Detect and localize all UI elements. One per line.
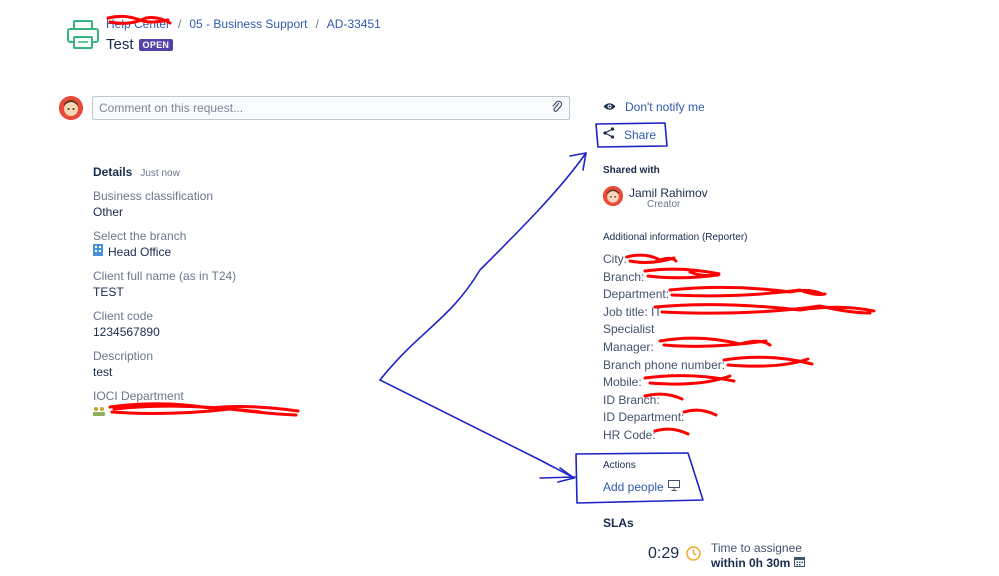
- details-timestamp: Just now: [140, 168, 180, 179]
- shared-with-heading: Shared with: [603, 165, 660, 176]
- breadcrumb-business-support[interactable]: 05 - Business Support: [189, 17, 307, 31]
- field-client-name: Client full name (as in T24) TEST: [93, 269, 513, 300]
- breadcrumb-separator: /: [178, 17, 182, 31]
- page-title: Test: [106, 36, 134, 53]
- details-section: Details Just now Business classification…: [93, 165, 513, 429]
- field-label: Business classification: [93, 189, 214, 203]
- field-ioci-department: IOCI Department: [93, 389, 513, 420]
- info-manager: Manager:: [603, 339, 654, 354]
- field-value: 1234567890: [93, 325, 160, 339]
- field-value: Head Office: [108, 245, 172, 259]
- field-description: Description test: [93, 349, 513, 380]
- share-link[interactable]: Share: [603, 127, 656, 142]
- person-role: Creator: [647, 199, 681, 210]
- field-label: IOCI Department: [93, 389, 184, 403]
- info-mobile: Mobile:: [603, 375, 642, 390]
- field-value: Other: [93, 205, 124, 219]
- field-label: Client code: [93, 309, 154, 323]
- add-people-label: Add people: [603, 480, 664, 494]
- printer-icon: [66, 20, 100, 50]
- field-branch: Select the branch Head Office: [93, 229, 513, 260]
- field-label: Client full name (as in T24): [93, 269, 237, 283]
- info-hr-code: HR Code:: [603, 427, 656, 442]
- info-id-branch: ID Branch:: [603, 392, 660, 407]
- person-name: Jamil Rahimov: [629, 186, 708, 200]
- field-label: Description: [93, 349, 154, 363]
- sla-time: 0:29: [648, 545, 680, 562]
- avatar-icon: [603, 186, 623, 206]
- additional-info-heading: Additional information (Reporter): [603, 232, 748, 243]
- comment-placeholder: Comment on this request...: [99, 101, 244, 115]
- sla-name: Time to assignee: [711, 541, 802, 555]
- comment-input[interactable]: Comment on this request...: [92, 96, 570, 120]
- field-business-classification: Business classification Other: [93, 189, 513, 220]
- breadcrumb-separator: /: [315, 17, 319, 31]
- additional-info-list: City: Branch: Department: Job title: IT …: [603, 251, 725, 445]
- eye-icon: [603, 100, 616, 114]
- field-value: TEST: [93, 285, 124, 299]
- info-id-department: ID Department:: [603, 410, 685, 425]
- paperclip-icon[interactable]: [551, 100, 563, 117]
- calendar-icon: [794, 556, 806, 571]
- details-heading: Details: [93, 165, 133, 179]
- info-department: Department:: [603, 287, 670, 302]
- title-row: Test OPEN: [106, 36, 174, 53]
- status-badge: OPEN: [138, 38, 174, 51]
- sla-target: within 0h 30m: [711, 556, 791, 570]
- slas-heading: SLAs: [603, 516, 634, 530]
- actions-heading: Actions: [603, 460, 636, 471]
- info-branch: Branch:: [603, 269, 645, 284]
- share-label: Share: [624, 127, 657, 142]
- field-value: test: [93, 365, 113, 379]
- clock-icon: [686, 546, 701, 566]
- breadcrumb-help-center[interactable]: Help Center: [106, 17, 170, 31]
- breadcrumb-issue-key[interactable]: AD-33451: [327, 17, 381, 31]
- sla-label: Time to assignee within 0h 30m: [711, 541, 806, 571]
- screen-icon: [667, 480, 680, 494]
- add-people-link[interactable]: Add people: [603, 480, 680, 494]
- dont-notify-link[interactable]: Don't notify me: [603, 100, 705, 114]
- field-label: Select the branch: [93, 229, 187, 243]
- department-icon: [93, 404, 105, 420]
- info-city: City:: [603, 252, 627, 266]
- office-icon: [93, 244, 103, 260]
- shared-person: Jamil Rahimov Creator: [603, 186, 708, 210]
- avatar-icon: [59, 96, 83, 120]
- breadcrumb: Help Center / 05 - Business Support / AD…: [106, 17, 381, 31]
- info-job-title: Job title: IT: [603, 304, 662, 319]
- sla-target-row: within 0h 30m: [711, 556, 806, 571]
- field-client-code: Client code 1234567890: [93, 309, 513, 340]
- share-icon: [603, 127, 615, 142]
- info-branch-phone: Branch phone number:: [603, 357, 726, 372]
- dont-notify-label: Don't notify me: [625, 100, 705, 114]
- info-job-title-cont: Specialist: [603, 322, 655, 337]
